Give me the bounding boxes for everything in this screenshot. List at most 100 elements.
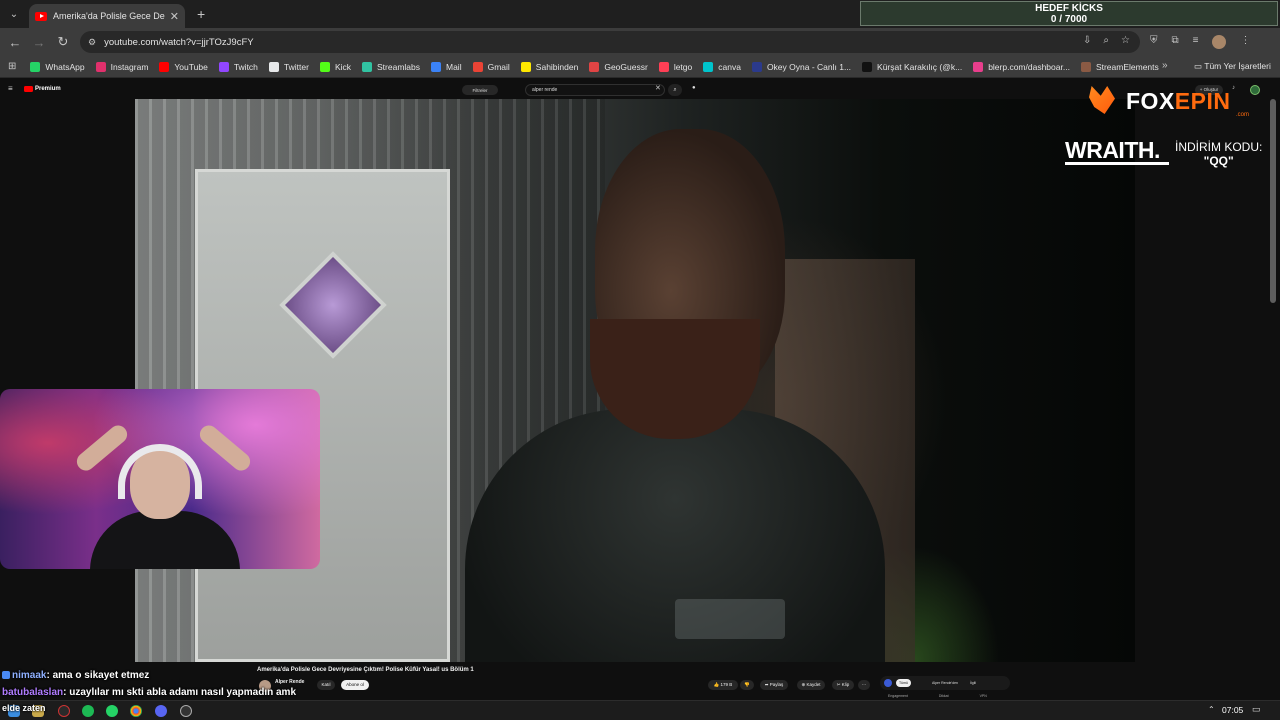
bookmark-item[interactable]: Gmail: [472, 61, 510, 72]
folder-icon: ▭: [1194, 61, 1205, 71]
tab-active[interactable]: Amerika'da Polisle Gece De ✕: [29, 4, 185, 28]
close-tab-icon[interactable]: ✕: [170, 10, 179, 23]
subscribe-button[interactable]: Abone ol: [341, 680, 369, 690]
dislike-button[interactable]: 👎: [740, 680, 754, 690]
filters-button[interactable]: Filtreler: [462, 85, 498, 95]
bookmark-favicon-icon: [589, 61, 600, 72]
bookmark-list: WhatsApp Instagram YouTube Twitch Twitter Kic…: [30, 61, 1169, 72]
side-row-item[interactable]: Engagement: [888, 694, 908, 698]
more-actions-icon[interactable]: ⋯: [858, 680, 870, 690]
side-row-item[interactable]: Dikkat: [939, 694, 949, 698]
windows-taskbar: ⌃ 07:05 ▭: [0, 700, 1280, 720]
page-scrollbar[interactable]: [1270, 99, 1276, 303]
address-url: youtube.com/watch?v=jjrTOzJ9cFY: [104, 36, 254, 48]
foxepin-wordmark: FOXEPIN: [1126, 88, 1230, 115]
bookmark-item[interactable]: Twitter: [268, 61, 309, 72]
discount-label: İNDİRİM KODU:: [1175, 140, 1263, 154]
side-row-item[interactable]: VPN: [980, 694, 987, 698]
bookmark-item[interactable]: letgo: [658, 61, 692, 72]
chip-from-channel[interactable]: Alper Rende'den: [932, 679, 958, 687]
chat-badge-icon: [2, 671, 10, 679]
search-icon[interactable]: ⌕: [668, 84, 682, 96]
chip-all[interactable]: Tümü: [896, 679, 911, 687]
thumbs-up-icon: 👍: [713, 682, 721, 687]
clip-button[interactable]: ✂ Klip: [832, 680, 854, 690]
bookmark-item[interactable]: Kürşat Karakılıç (@k...: [862, 61, 962, 72]
bookmark-favicon-icon: [658, 61, 669, 72]
bookmark-item[interactable]: YouTube: [159, 61, 208, 72]
bookmark-item[interactable]: GeoGuessr: [589, 61, 648, 72]
shield-extension-icon[interactable]: ⛨: [1150, 35, 1158, 49]
webcam-person: [73, 421, 254, 569]
join-button[interactable]: Katıl: [317, 680, 335, 690]
extensions-icon[interactable]: ⧉: [1172, 35, 1179, 49]
save-label: Kaydet: [806, 682, 821, 687]
headset-icon: [118, 444, 202, 499]
reload-button[interactable]: ↻: [51, 34, 75, 50]
bookmark-star-icon[interactable]: ☆: [1121, 35, 1130, 46]
youtube-favicon-icon: [35, 11, 47, 21]
wraith-logo: WRAITH.: [1065, 137, 1160, 163]
bookmark-item[interactable]: Kick: [319, 61, 351, 72]
bookmark-item[interactable]: Twitch: [218, 61, 258, 72]
clear-search-icon[interactable]: ✕: [655, 84, 661, 92]
menu-kebab-icon[interactable]: ⋮: [1240, 35, 1250, 49]
clip-label: Klip: [841, 682, 850, 687]
bookmark-item[interactable]: blerp.com/dashboar...: [973, 61, 1070, 72]
youtube-masthead: ≡ Premium Filtreler alper rende: [0, 82, 1280, 98]
bookmark-item[interactable]: canva: [703, 61, 741, 72]
like-button[interactable]: 👍 179 B: [708, 680, 738, 690]
guide-menu-icon[interactable]: ≡: [8, 84, 13, 93]
share-button[interactable]: ➦ Paylaş: [760, 680, 788, 690]
back-button[interactable]: ←: [3, 35, 27, 50]
bookmark-item[interactable]: Okey Oyna - Canlı 1...: [751, 61, 852, 72]
bookmark-item[interactable]: WhatsApp: [30, 61, 85, 72]
chrome-icon[interactable]: [130, 705, 142, 717]
all-bookmarks-link[interactable]: ▭ Tüm Yer İşaretleri: [1194, 61, 1271, 72]
notifications-bell-icon[interactable]: ♪: [1232, 85, 1235, 91]
save-button[interactable]: ⊕ Kaydet: [797, 680, 825, 690]
like-count: 179 B: [720, 682, 733, 687]
youtube-account-avatar[interactable]: [1250, 85, 1260, 95]
bookmark-label: Okey Oyna - Canlı 1...: [766, 61, 852, 72]
record-app-icon[interactable]: [58, 705, 70, 717]
bookmarks-overflow-icon[interactable]: »: [1162, 60, 1168, 71]
bookmark-item[interactable]: Sahibinden: [520, 61, 578, 72]
video-title: Amerika'da Polisle Gece Devriyesine Çıkt…: [257, 667, 474, 673]
apps-grid-icon[interactable]: ⊞: [8, 61, 16, 72]
chip-related[interactable]: İlgili: [970, 679, 976, 687]
notification-icon[interactable]: ▭: [1252, 704, 1261, 715]
bookmark-label: Instagram: [110, 61, 149, 72]
zoom-icon[interactable]: ⌕: [1103, 35, 1109, 46]
new-tab-button[interactable]: +: [197, 6, 205, 22]
tab-title: Amerika'da Polisle Gece De: [53, 11, 165, 21]
microphone-icon[interactable]: ●: [692, 85, 696, 91]
obs-icon[interactable]: [180, 705, 192, 717]
chat-message: elde zaten: [2, 703, 46, 713]
address-bar[interactable]: ⚙ youtube.com/watch?v=jjrTOzJ9cFY ⇩ ⌕ ☆: [80, 31, 1140, 53]
profile-avatar[interactable]: [1212, 35, 1227, 49]
whatsapp-icon[interactable]: [106, 705, 118, 717]
install-app-icon[interactable]: ⇩: [1083, 35, 1091, 46]
youtube-logo[interactable]: Premium: [24, 86, 61, 92]
site-info-icon[interactable]: ⚙: [88, 37, 96, 48]
tab-search-icon[interactable]: ⌄: [3, 3, 25, 25]
bookmark-favicon-icon: [95, 61, 106, 72]
chips-scroll-icon[interactable]: [884, 679, 892, 687]
video-player[interactable]: [135, 99, 1135, 662]
bookmark-item[interactable]: Mail: [431, 61, 462, 72]
bookmark-item[interactable]: Streamlabs: [362, 61, 420, 72]
spotify-icon[interactable]: [82, 705, 94, 717]
bookmark-item[interactable]: StreamElements: [1080, 61, 1159, 72]
youtube-search-input[interactable]: alper rende: [525, 84, 665, 96]
discord-icon[interactable]: [155, 705, 167, 717]
reading-list-icon[interactable]: ≡: [1193, 35, 1199, 49]
bookmark-label: Gmail: [487, 61, 510, 72]
tray-chevron-icon[interactable]: ⌃: [1208, 705, 1215, 714]
forward-button[interactable]: →: [27, 35, 51, 50]
channel-name[interactable]: Alper Rende: [275, 679, 304, 685]
discount-code-box: İNDİRİM KODU: "QQ": [1175, 140, 1262, 168]
bookmark-favicon-icon: [472, 61, 483, 72]
bookmark-item[interactable]: Instagram: [95, 61, 149, 72]
bookmark-label: canva: [718, 61, 741, 72]
